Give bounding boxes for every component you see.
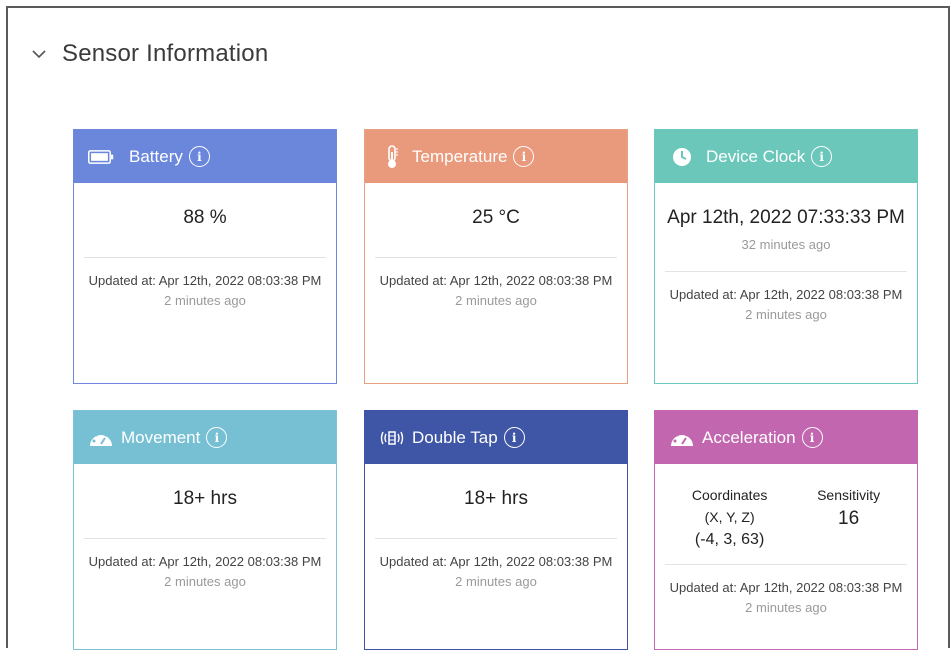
movement-value: 18+ hrs [173, 488, 237, 509]
device-clock-card-title: Device Clock [706, 146, 806, 166]
info-icon[interactable]: i [188, 146, 210, 167]
coordinates-group: Coordinates (X, Y, Z) (-4, 3, 63) [692, 484, 768, 564]
movement-card: Movement i 18+ hrs Updated at: Apr 12th,… [73, 410, 337, 650]
info-icon[interactable]: i [206, 427, 228, 448]
chevron-down-icon [32, 50, 46, 59]
speedometer-icon [669, 427, 695, 449]
battery-card-header: Battery i [74, 130, 336, 183]
device-clock-value-ago: 32 minutes ago [741, 237, 831, 252]
movement-ago: 2 minutes ago [164, 574, 246, 589]
temperature-updated: Updated at: Apr 12th, 2022 08:03:38 PM [379, 273, 613, 288]
battery-icon [88, 146, 114, 168]
info-icon[interactable]: i [801, 427, 823, 448]
acceleration-card: Acceleration i Coordinates (X, Y, Z) (-4… [654, 410, 918, 650]
device-clock-card-header: Device Clock i [655, 130, 917, 183]
double-tap-ago: 2 minutes ago [455, 574, 537, 589]
battery-ago: 2 minutes ago [164, 293, 246, 308]
sensor-panel: Sensor Information Battery i 88 % Update… [6, 6, 950, 650]
temperature-ago: 2 minutes ago [455, 293, 537, 308]
coordinates-label: Coordinates [691, 487, 768, 503]
acceleration-ago: 2 minutes ago [745, 600, 827, 615]
double-tap-card-header: Double Tap i [365, 411, 627, 464]
temperature-card-header: Temperature i [365, 130, 627, 183]
info-icon[interactable]: i [811, 146, 833, 167]
temperature-card: Temperature i 25 °C Updated at: Apr 12th… [364, 129, 628, 384]
movement-card-header: Movement i [74, 411, 336, 464]
info-icon[interactable]: i [513, 146, 535, 167]
sensitivity-group: Sensitivity 16 [817, 484, 880, 564]
temperature-value: 25 °C [472, 207, 520, 228]
acceleration-values: Coordinates (X, Y, Z) (-4, 3, 63) Sensit… [655, 464, 917, 564]
sensitivity-value: 16 [838, 508, 860, 529]
divider [84, 257, 326, 258]
info-icon[interactable]: i [503, 427, 525, 448]
coordinates-axes: (X, Y, Z) [704, 509, 755, 525]
device-clock-updated: Updated at: Apr 12th, 2022 08:03:38 PM [669, 287, 903, 302]
temperature-card-title: Temperature [412, 146, 508, 166]
double-tap-card-title: Double Tap [412, 427, 498, 447]
vibration-icon [379, 427, 405, 449]
double-tap-card: Double Tap i 18+ hrs Updated at: Apr 12t… [364, 410, 628, 650]
device-clock-card: Device Clock i Apr 12th, 2022 07:33:33 P… [654, 129, 918, 384]
battery-card: Battery i 88 % Updated at: Apr 12th, 202… [73, 129, 337, 384]
thermometer-icon [379, 144, 405, 168]
acceleration-card-title: Acceleration [702, 427, 796, 447]
acceleration-card-header: Acceleration i [655, 411, 917, 464]
acceleration-updated: Updated at: Apr 12th, 2022 08:03:38 PM [669, 580, 903, 595]
divider [665, 564, 907, 565]
clock-icon [669, 146, 695, 168]
double-tap-value: 18+ hrs [464, 488, 528, 509]
double-tap-updated: Updated at: Apr 12th, 2022 08:03:38 PM [379, 554, 613, 569]
divider [665, 271, 907, 272]
movement-card-title: Movement [121, 427, 201, 447]
section-title: Sensor Information [62, 40, 269, 67]
sensitivity-label: Sensitivity [817, 487, 881, 503]
divider [375, 257, 617, 258]
device-clock-ago: 2 minutes ago [745, 307, 827, 322]
coordinates-value: (-4, 3, 63) [694, 531, 765, 548]
divider [375, 538, 617, 539]
battery-card-title: Battery [129, 146, 183, 166]
section-toggle[interactable]: Sensor Information [30, 38, 268, 70]
device-clock-value: Apr 12th, 2022 07:33:33 PM [667, 207, 905, 228]
battery-updated: Updated at: Apr 12th, 2022 08:03:38 PM [88, 273, 322, 288]
movement-updated: Updated at: Apr 12th, 2022 08:03:38 PM [88, 554, 322, 569]
battery-value: 88 % [183, 207, 227, 228]
speedometer-icon [88, 427, 114, 449]
divider [84, 538, 326, 539]
